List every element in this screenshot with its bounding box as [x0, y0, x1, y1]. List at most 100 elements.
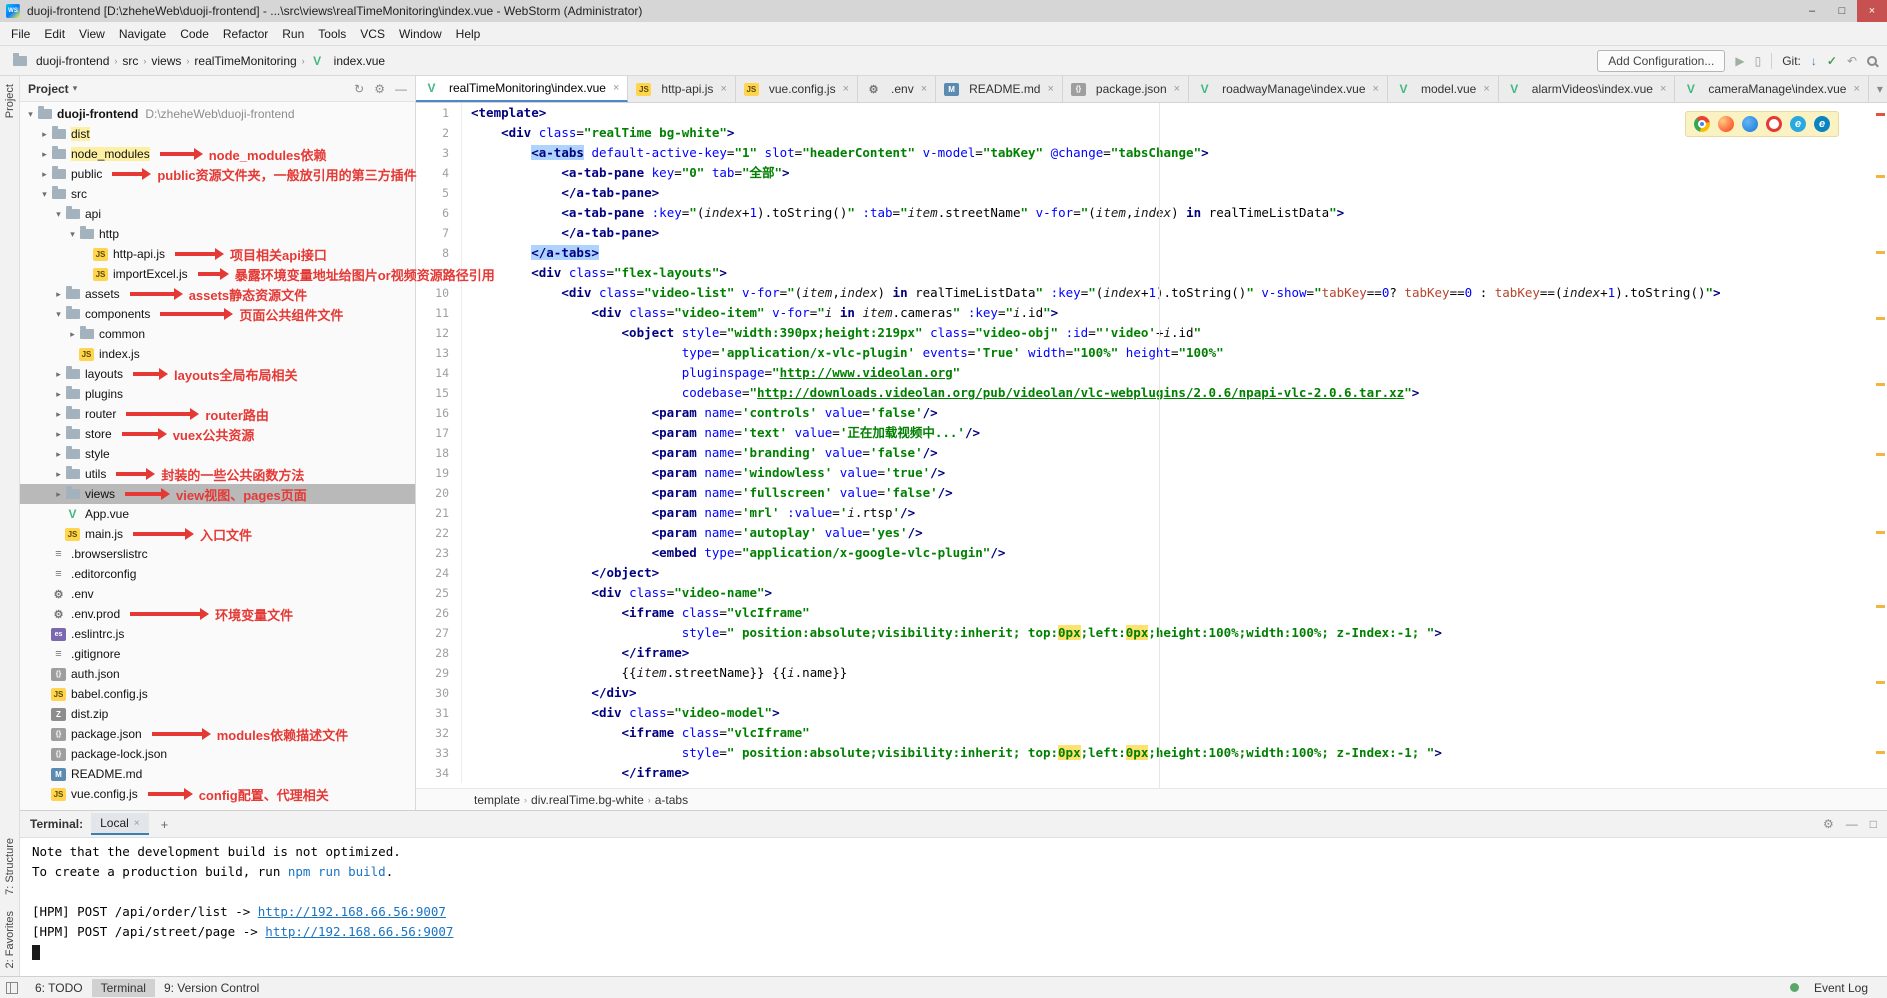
code-line[interactable]: 7 </a-tab-pane> [416, 223, 1887, 243]
menu-view[interactable]: View [72, 24, 112, 44]
code-line[interactable]: 18 <param name='branding' value='false'/… [416, 443, 1887, 463]
browser-icon-firefox[interactable] [1718, 116, 1734, 132]
menu-edit[interactable]: Edit [37, 24, 72, 44]
tool-button-project[interactable]: Project [4, 76, 16, 126]
terminal-output[interactable]: Note that the development build is not o… [20, 837, 1887, 976]
chevron-down-icon[interactable]: ▾ [73, 83, 78, 94]
tree-chevron-icon[interactable]: ▸ [52, 449, 65, 460]
tab-close-icon[interactable]: × [613, 82, 619, 94]
editor-tab-7[interactable]: Vmodel.vue× [1388, 76, 1499, 102]
terminal-settings-icon[interactable]: ⚙ [1823, 817, 1834, 831]
tab-close-icon[interactable]: × [720, 83, 726, 95]
tree-chevron-icon[interactable]: ▸ [52, 489, 65, 500]
status-item-6-todo[interactable]: 6: TODO [26, 979, 92, 997]
editor-breadcrumb-0[interactable]: template [474, 793, 520, 807]
tree-item-common[interactable]: ▸common [20, 324, 415, 344]
tab-close-icon[interactable]: × [1483, 83, 1489, 95]
menu-run[interactable]: Run [275, 24, 311, 44]
tab-close-icon[interactable]: × [921, 83, 927, 95]
tree-item--env-prod[interactable]: ⚙.env.prod环境变量文件 [20, 604, 415, 624]
code-line[interactable]: 13 type='application/x-vlc-plugin' event… [416, 343, 1887, 363]
tree-item-store[interactable]: ▸storevuex公共资源 [20, 424, 415, 444]
tree-item--env[interactable]: ⚙.env [20, 584, 415, 604]
tree-item-importexcel-js[interactable]: JSimportExcel.js暴露环境变量地址给图片or视频资源路径引用 [20, 264, 415, 284]
code-line[interactable]: 8 </a-tabs> [416, 243, 1887, 263]
browser-icon-edge[interactable] [1814, 116, 1830, 132]
tree-chevron-icon[interactable]: ▸ [52, 409, 65, 420]
terminal-link[interactable]: http://192.168.66.56:9007 [265, 924, 453, 939]
code-line[interactable]: 17 <param name='text' value='正在加载视频中...'… [416, 423, 1887, 443]
breadcrumb-item-duoji-frontend[interactable]: duoji-frontend [8, 52, 113, 70]
breadcrumb-item-index-vue[interactable]: Vindex.vue [306, 52, 389, 70]
code-line[interactable]: 21 <param name='mrl' :value='i.rtsp'/> [416, 503, 1887, 523]
editor-breadcrumb-2[interactable]: a-tabs [655, 793, 688, 807]
terminal-tab-local[interactable]: Local × [91, 813, 149, 835]
tree-chevron-icon[interactable]: ▾ [66, 229, 79, 240]
editor-breadcrumb-1[interactable]: div.realTime.bg-white [531, 793, 644, 807]
menu-window[interactable]: Window [392, 24, 449, 44]
status-item-terminal[interactable]: Terminal [92, 979, 155, 997]
tree-item-http[interactable]: ▾http [20, 224, 415, 244]
code-line[interactable]: 12 <object style="width:390px;height:219… [416, 323, 1887, 343]
code-line[interactable]: 30 </div> [416, 683, 1887, 703]
code-line[interactable]: 26 <iframe class="vlcIframe" [416, 603, 1887, 623]
browser-icon-ie[interactable] [1790, 116, 1806, 132]
breadcrumb-item-realtimemonitoring[interactable]: realTimeMonitoring [190, 52, 300, 70]
code-line[interactable]: 10 <div class="video-list" v-for="(item,… [416, 283, 1887, 303]
add-configuration-button[interactable]: Add Configuration... [1597, 50, 1725, 72]
tree-item--gitignore[interactable]: ≡.gitignore [20, 644, 415, 664]
breadcrumb-item-views[interactable]: views [147, 52, 185, 70]
tab-close-icon[interactable]: × [1660, 83, 1666, 95]
tree-item--browserslistrc[interactable]: ≡.browserslistrc [20, 544, 415, 564]
tree-item-app-vue[interactable]: VApp.vue [20, 504, 415, 524]
toolwindow-toggle-icon[interactable] [6, 982, 18, 994]
hide-panel-icon[interactable]: — [395, 82, 407, 96]
tree-item-babel-config-js[interactable]: JSbabel.config.js [20, 684, 415, 704]
code-line[interactable]: 20 <param name='fullscreen' value='false… [416, 483, 1887, 503]
close-button[interactable]: × [1857, 0, 1887, 22]
menu-tools[interactable]: Tools [311, 24, 353, 44]
tree-item-dist-zip[interactable]: Zdist.zip [20, 704, 415, 724]
tree-item--editorconfig[interactable]: ≡.editorconfig [20, 564, 415, 584]
browser-icon-opera[interactable] [1766, 116, 1782, 132]
tree-chevron-icon[interactable]: ▸ [52, 469, 65, 480]
tree-chevron-icon[interactable]: ▾ [52, 309, 65, 320]
browser-icon-chrome[interactable] [1694, 116, 1710, 132]
tree-chevron-icon[interactable]: ▾ [24, 109, 37, 120]
editor-tab-8[interactable]: ValarmVideos\index.vue× [1499, 76, 1676, 102]
git-update-icon[interactable]: ↓ [1811, 54, 1817, 68]
menu-refactor[interactable]: Refactor [216, 24, 275, 44]
tree-chevron-icon[interactable]: ▸ [52, 289, 65, 300]
code-line[interactable]: 2 <div class="realTime bg-white"> [416, 123, 1887, 143]
code-line[interactable]: 27 style=" position:absolute;visibility:… [416, 623, 1887, 643]
editor-tab-4[interactable]: MREADME.md× [936, 76, 1063, 102]
tree-item-auth-json[interactable]: {}auth.json [20, 664, 415, 684]
tree-item--eslintrc-js[interactable]: es.eslintrc.js [20, 624, 415, 644]
tool-button-2-favorites[interactable]: 2: Favorites [4, 903, 16, 976]
menu-help[interactable]: Help [449, 24, 488, 44]
tab-close-icon[interactable]: × [1853, 83, 1859, 95]
search-icon[interactable] [1867, 56, 1877, 66]
code-line[interactable]: 16 <param name='controls' value='false'/… [416, 403, 1887, 423]
project-panel-title[interactable]: Project [28, 82, 69, 96]
tree-item-duoji-frontend[interactable]: ▾duoji-frontendD:\zheheWeb\duoji-fronten… [20, 104, 415, 124]
editor-tab-5[interactable]: {}package.json× [1063, 76, 1189, 102]
code-line[interactable]: 25 <div class="video-name"> [416, 583, 1887, 603]
code-area[interactable]: 1<template>2 <div class="realTime bg-whi… [416, 103, 1887, 788]
tree-chevron-icon[interactable]: ▸ [38, 149, 51, 160]
tree-chevron-icon[interactable]: ▸ [52, 389, 65, 400]
gear-icon[interactable]: ⚙ [374, 82, 385, 96]
tree-item-src[interactable]: ▾src [20, 184, 415, 204]
minimize-button[interactable]: – [1797, 0, 1827, 22]
code-line[interactable]: 1<template> [416, 103, 1887, 123]
editor-tab-6[interactable]: VroadwayManage\index.vue× [1189, 76, 1388, 102]
tree-chevron-icon[interactable]: ▸ [38, 129, 51, 140]
tree-item-utils[interactable]: ▸utils封装的一些公共函数方法 [20, 464, 415, 484]
tab-list-icon[interactable]: ▾ [1869, 76, 1887, 102]
tree-item-dist[interactable]: ▸dist [20, 124, 415, 144]
editor-tab-9[interactable]: VcameraManage\index.vue× [1675, 76, 1869, 102]
maximize-button[interactable]: □ [1827, 0, 1857, 22]
code-line[interactable]: 22 <param name='autoplay' value='yes'/> [416, 523, 1887, 543]
tree-item-index-js[interactable]: JSindex.js [20, 344, 415, 364]
code-line[interactable]: 15 codebase="http://downloads.videolan.o… [416, 383, 1887, 403]
